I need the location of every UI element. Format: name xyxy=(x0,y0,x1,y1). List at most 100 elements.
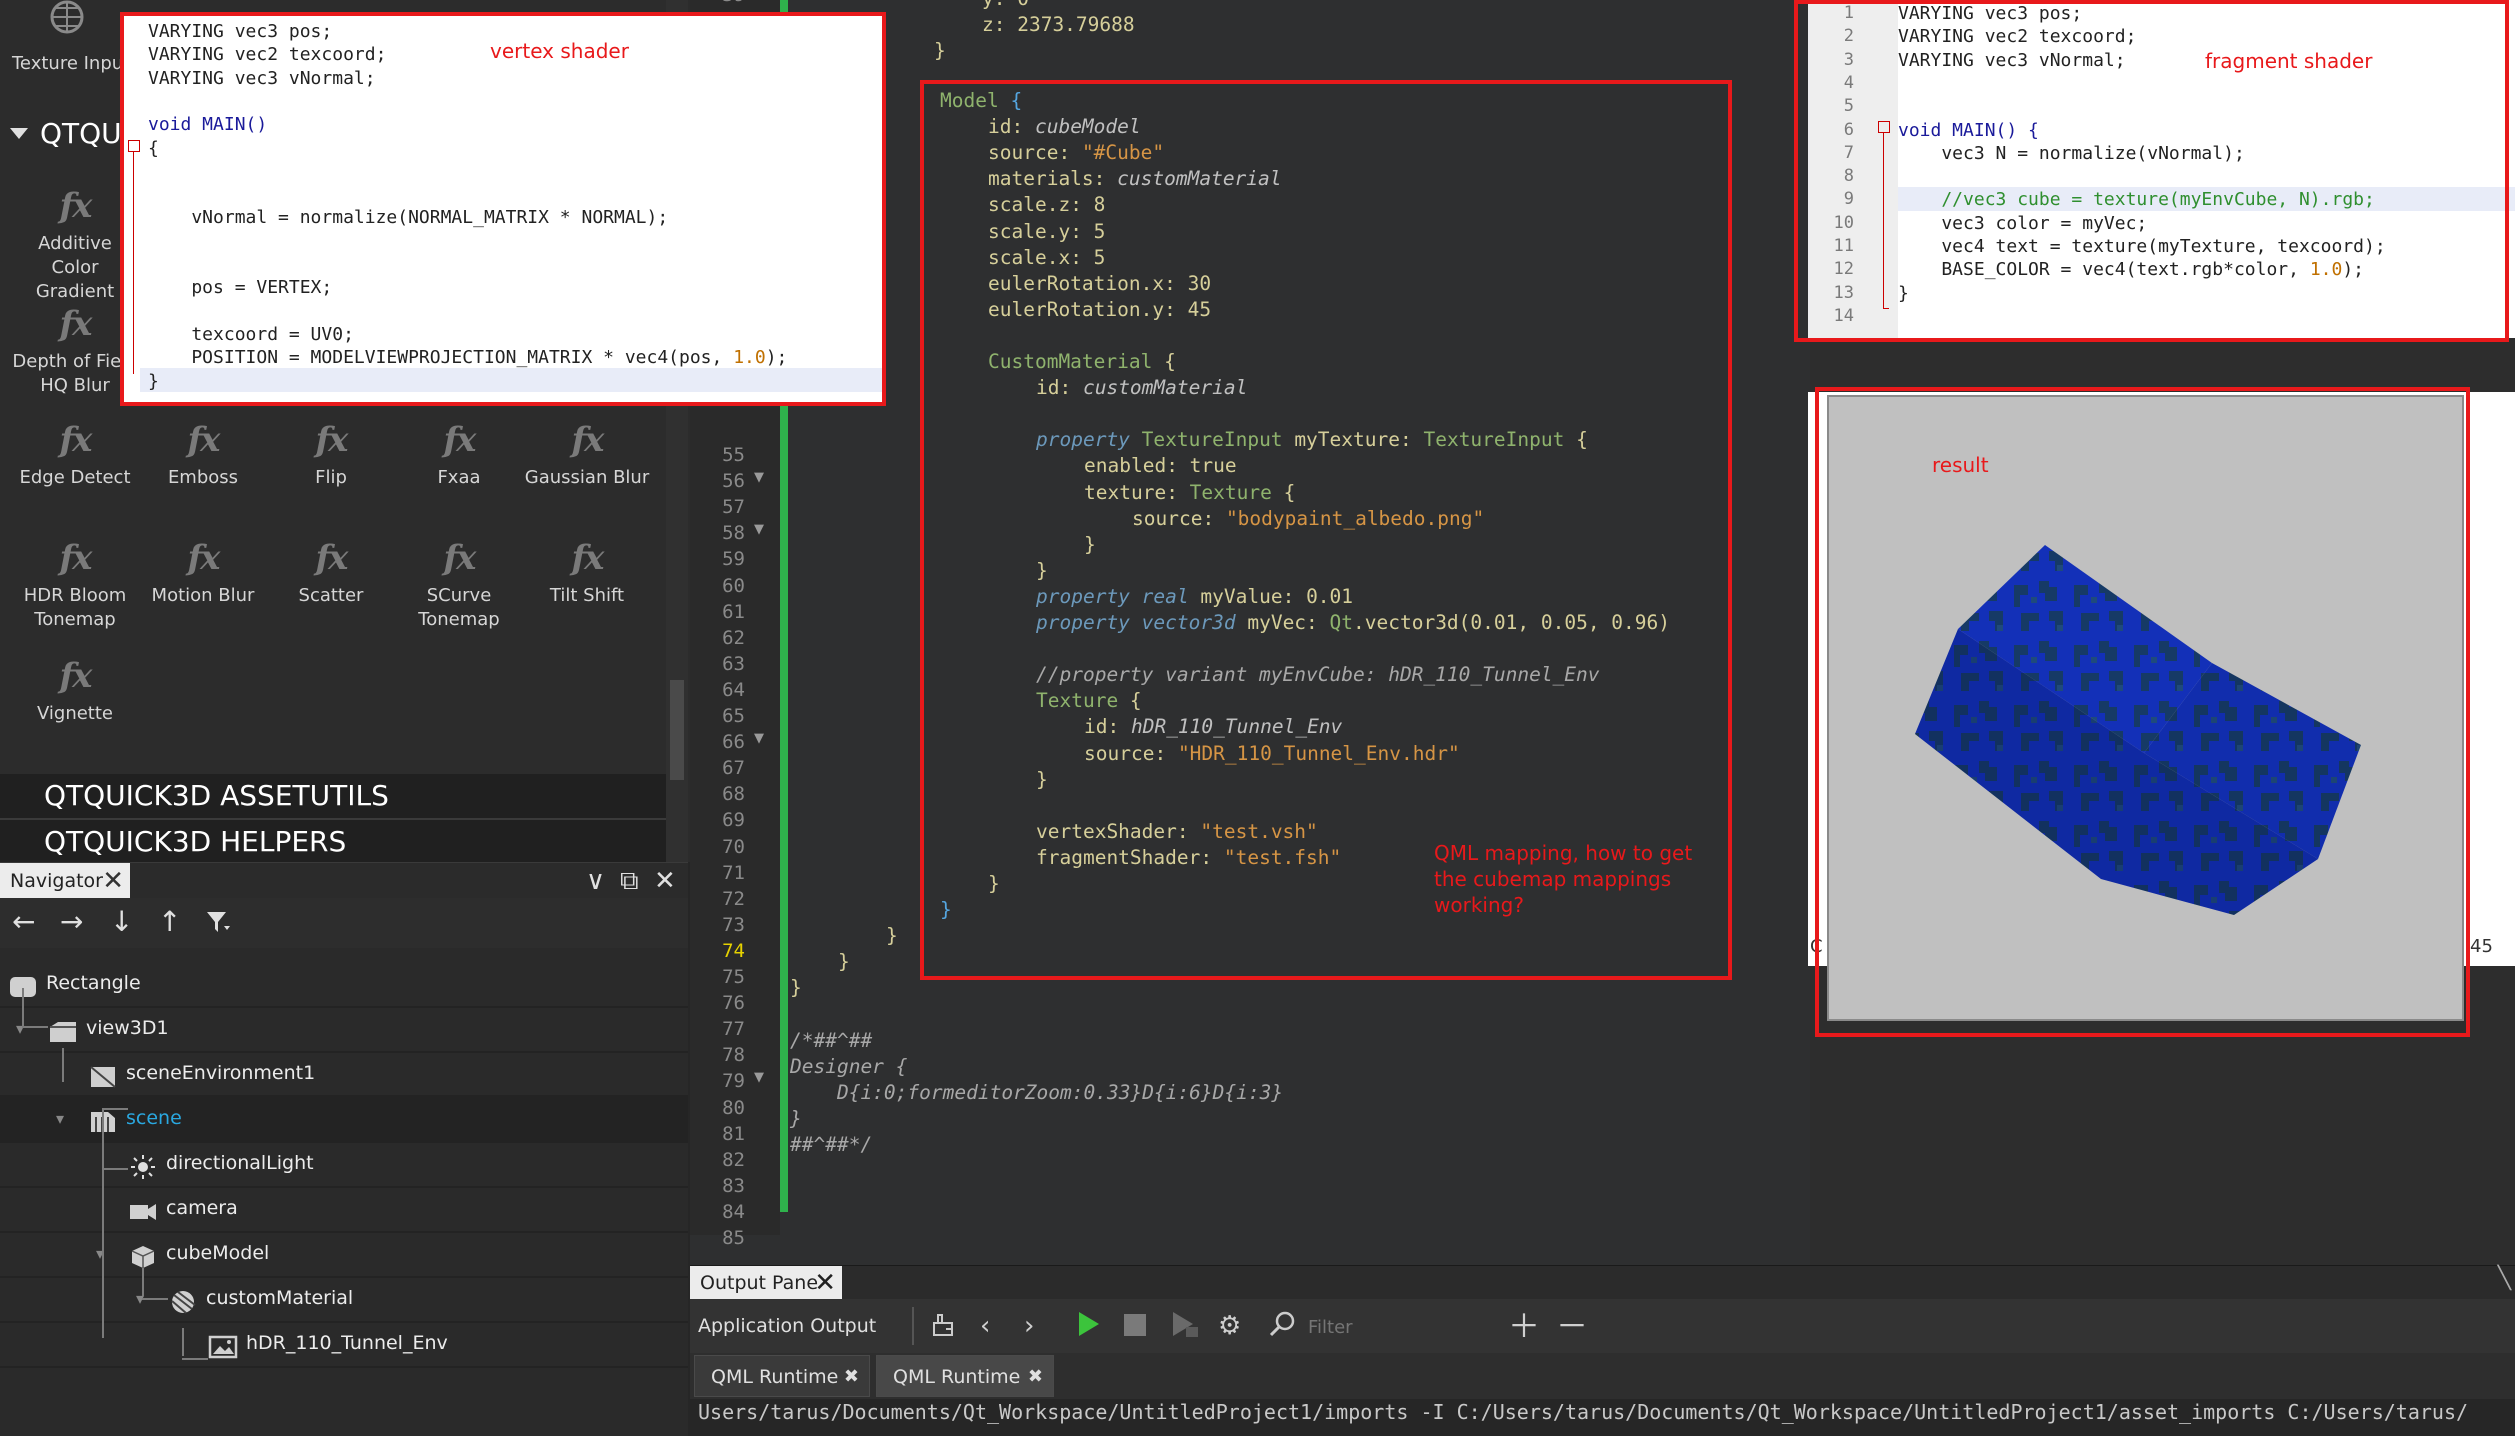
code-line: z: 2373.79688 xyxy=(982,12,1135,38)
library-item-effect[interactable]: fx Vignette xyxy=(12,656,138,726)
line-number: 56 xyxy=(722,470,745,493)
close-icon[interactable]: ✕ xyxy=(102,863,124,899)
line-number: 84 xyxy=(722,1200,745,1223)
scene-environment-icon xyxy=(88,1061,118,1088)
tree-connector xyxy=(102,1168,128,1170)
library-item-effect[interactable]: fx Motion Blur xyxy=(140,538,266,608)
settings-icon[interactable]: ⚙ xyxy=(1218,1309,1241,1343)
library-item-effect[interactable]: fx Flip xyxy=(268,420,394,490)
navigator-tab[interactable]: Navigator ✕ xyxy=(0,863,130,899)
tree-node[interactable]: view3D1 xyxy=(48,1005,169,1051)
filter-icon[interactable] xyxy=(204,904,232,945)
fold-marker-icon[interactable]: ▼ xyxy=(754,731,764,746)
tree-node[interactable]: Rectangle xyxy=(8,960,141,1006)
code-punct: } xyxy=(934,39,946,62)
close-icon[interactable]: ✖ xyxy=(1028,1356,1043,1398)
close-icon[interactable]: ✕ xyxy=(814,1266,836,1300)
code-line: } xyxy=(790,1106,802,1132)
section-assetutils[interactable]: QTQUICK3D ASSETUTILS xyxy=(0,774,666,818)
library-item-label: Tonemap xyxy=(34,609,116,630)
library-item-label: Edge Detect xyxy=(19,467,131,488)
library-item-label: Fxaa xyxy=(437,467,481,488)
library-item-effect[interactable]: fx Fxaa xyxy=(396,420,522,490)
tree-node-label: customMaterial xyxy=(206,1287,354,1309)
split-icon[interactable]: ∨ xyxy=(586,865,605,897)
next-icon[interactable]: › xyxy=(1024,1309,1034,1343)
effect-icon: fx xyxy=(59,186,93,226)
tree-row[interactable]: ▾ view3D1 xyxy=(0,1005,688,1053)
tree-node[interactable]: camera xyxy=(128,1185,238,1231)
tree-connector xyxy=(22,1026,48,1028)
application-output-label: Application Output xyxy=(698,1315,877,1337)
run-icon[interactable] xyxy=(1076,1309,1102,1348)
library-item-effect[interactable]: fx HDR Bloom Tonemap xyxy=(12,538,138,632)
fold-marker-icon[interactable]: ▼ xyxy=(754,522,764,537)
scrollbar-thumb[interactable] xyxy=(670,680,684,780)
runtime-tab-1[interactable]: QML Runtime ✖ xyxy=(694,1355,870,1397)
library-item-texture-input[interactable]: Texture Input xyxy=(12,0,131,76)
library-item-label: Tonemap xyxy=(418,609,500,630)
output-pane-tab[interactable]: Output Pane ✕ xyxy=(690,1266,842,1300)
tree-node-label: camera xyxy=(166,1197,238,1219)
filter-input[interactable] xyxy=(1306,1311,1480,1343)
arrow-left-icon[interactable]: ← xyxy=(12,904,35,940)
library-item-effect[interactable]: fx Scatter xyxy=(268,538,394,608)
search-icon[interactable] xyxy=(1268,1309,1298,1348)
tree-row[interactable]: sceneEnvironment1 xyxy=(0,1050,688,1098)
annotation-box-vertex xyxy=(120,12,886,406)
library-item-effect[interactable]: fx SCurve Tonemap xyxy=(396,538,522,632)
arrow-down-icon[interactable]: ↓ xyxy=(110,904,133,940)
tree-node[interactable]: cubeModel xyxy=(128,1230,269,1276)
light-icon xyxy=(128,1151,158,1179)
library-item-effect[interactable]: fx Tilt Shift xyxy=(524,538,650,608)
section-helpers[interactable]: QTQUICK3D HELPERS xyxy=(0,820,666,864)
arrow-up-icon[interactable]: ↑ xyxy=(158,904,181,940)
line-number: 85 xyxy=(722,1227,745,1249)
remove-icon[interactable]: － xyxy=(1556,1309,1588,1343)
log-line: Users/tarus/Documents/Qt_Workspace/Untit… xyxy=(698,1400,2469,1424)
tree-node[interactable]: directionalLight xyxy=(128,1140,314,1186)
clear-icon[interactable] xyxy=(928,1309,958,1348)
effect-icon: fx xyxy=(571,420,605,460)
expand-caret-icon[interactable]: ▾ xyxy=(56,1109,64,1128)
effect-icon: fx xyxy=(187,420,221,460)
library-item-effect[interactable]: fx Gaussian Blur xyxy=(524,420,650,490)
annotation-qml-line3: working? xyxy=(1434,893,1524,917)
fold-marker-icon[interactable]: ▼ xyxy=(754,470,764,485)
line-number: 78 xyxy=(722,1044,745,1067)
model-icon xyxy=(128,1241,158,1268)
code-line: y: 0 xyxy=(982,0,1029,12)
tree-node-label: sceneEnvironment1 xyxy=(126,1062,316,1084)
library-item-label: Texture Input xyxy=(12,53,131,74)
stop-icon[interactable] xyxy=(1122,1309,1148,1348)
code-line: } xyxy=(838,949,850,975)
tree-node[interactable]: hDR_110_Tunnel_Env xyxy=(208,1320,448,1366)
close-pane-icon[interactable]: ✕ xyxy=(654,865,676,897)
previous-icon[interactable]: ‹ xyxy=(980,1309,990,1343)
runtime-tab-label: QML Runtime xyxy=(893,1366,1021,1388)
code-line: Designer { xyxy=(790,1054,907,1080)
tree-node[interactable]: customMaterial xyxy=(168,1275,353,1321)
line-number: 71 xyxy=(722,861,745,884)
tree-node[interactable]: sceneEnvironment1 xyxy=(88,1050,315,1096)
line-number: 65 xyxy=(722,705,745,727)
section-label: QTQUICK3D ASSETUTILS xyxy=(44,779,389,812)
fold-marker-icon[interactable]: ▼ xyxy=(754,1070,764,1085)
arrow-right-icon[interactable]: → xyxy=(60,904,83,940)
collapse-arrow-icon xyxy=(10,127,28,139)
library-item-effect[interactable]: fx Emboss xyxy=(140,420,266,490)
tree-node-label: scene xyxy=(126,1107,182,1129)
close-icon[interactable]: ✖ xyxy=(844,1356,859,1398)
float-icon[interactable]: ⧉ xyxy=(620,865,639,897)
tree-row[interactable]: Rectangle xyxy=(0,960,688,1008)
add-icon[interactable]: ＋ xyxy=(1508,1309,1540,1343)
attach-icon[interactable] xyxy=(1170,1309,1200,1348)
qtquick-section-header[interactable]: QTQUI xyxy=(0,112,130,156)
library-item-effect[interactable]: fx Edge Detect xyxy=(12,420,138,490)
collapse-icon[interactable]: ╲ xyxy=(2498,1266,2511,1291)
runtime-tab-2[interactable]: QML Runtime ✖ xyxy=(876,1355,1054,1397)
annotation-vertex-label: vertex shader xyxy=(490,39,629,63)
library-item-label: SCurve xyxy=(426,585,492,606)
line-number: 82 xyxy=(722,1148,745,1171)
tree-connector xyxy=(102,1108,128,1110)
